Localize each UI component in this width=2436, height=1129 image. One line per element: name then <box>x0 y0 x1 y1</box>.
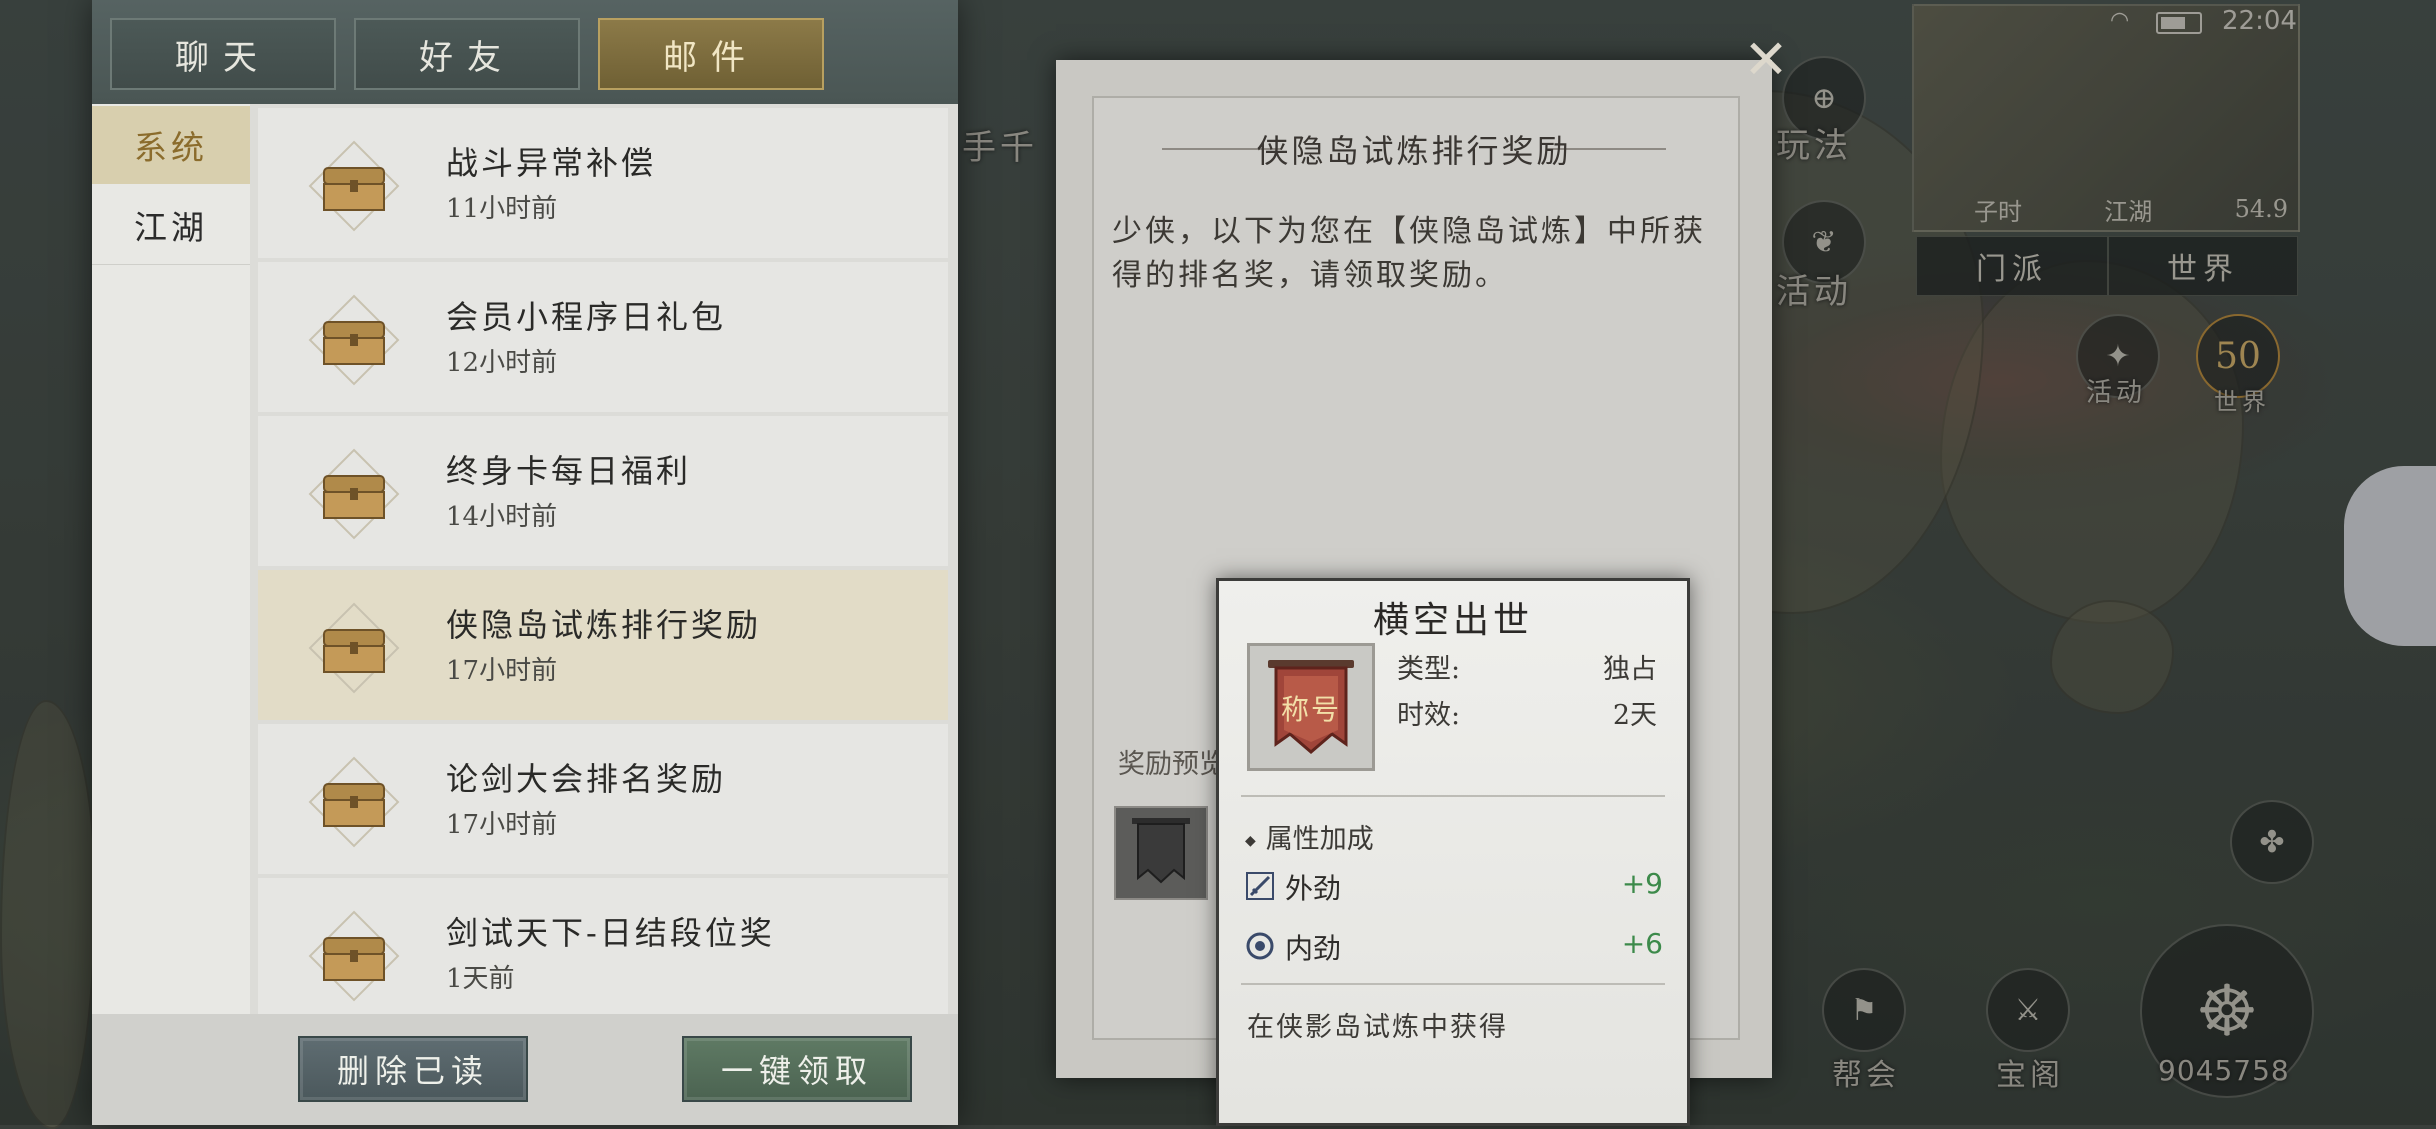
tooltip-divider <box>1241 795 1665 797</box>
mail-title: 剑试天下-日结段位奖 <box>446 914 775 952</box>
treasure-chest-icon <box>308 756 400 848</box>
attribute-value: +6 <box>1621 927 1663 960</box>
treasure-chest-icon <box>308 910 400 1002</box>
item-tooltip: 横空出世 称号 类型: 独占 时效: 2天 ◆ 属性加成 外劲 +9 内劲 +6 <box>1216 578 1690 1126</box>
tab-mail[interactable]: 邮件 <box>598 18 824 90</box>
reward-preview-label: 奖励预览 <box>1118 749 1226 780</box>
item-icon-text: 称号 <box>1280 693 1341 726</box>
mail-detail-title: 侠隐岛试炼排行奖励 <box>1256 132 1572 170</box>
close-icon[interactable]: ✕ <box>1736 30 1796 90</box>
mail-list-item[interactable]: 侠隐岛试炼排行奖励 17小时前 <box>258 570 948 720</box>
diamond-bullet-icon: ◆ <box>1245 832 1256 849</box>
reward-item-slot[interactable] <box>1114 806 1208 900</box>
item-name: 横空出世 <box>1372 600 1533 641</box>
item-icon-frame: 称号 <box>1247 643 1375 771</box>
title-banner-icon <box>1132 818 1190 884</box>
mail-detail-body: 少侠，以下为您在【侠隐岛试炼】中所获得的排名奖，请领取奖励。 <box>1112 214 1706 293</box>
sword-icon <box>1246 872 1274 900</box>
attribute-row: 外劲 +9 <box>1245 867 1663 907</box>
tooltip-divider <box>1241 983 1665 985</box>
mail-title: 终身卡每日福利 <box>446 452 692 490</box>
treasure-chest-icon <box>308 294 400 386</box>
mail-time: 17小时前 <box>446 656 558 686</box>
mail-time: 17小时前 <box>446 810 558 840</box>
mail-list-item[interactable]: 剑试天下-日结段位奖 1天前 <box>258 878 948 1014</box>
mail-list: 战斗异常补偿 11小时前会员小程序日礼包 12小时前终身卡每日福利 14小时前侠隐岛试… <box>258 104 948 1014</box>
mail-title: 侠隐岛试炼排行奖励 <box>446 606 762 644</box>
treasure-chest-icon <box>308 448 400 540</box>
category-system[interactable]: 系统 <box>92 106 250 184</box>
claim-all-button[interactable]: 一键领取 <box>682 1036 912 1102</box>
item-duration-label: 时效: <box>1397 700 1461 731</box>
social-panel: 聊天 好友 邮件 系统 江湖 战斗异常补偿 11小时前会员小程序日礼包 12小时前终… <box>92 0 958 1125</box>
mail-time: 12小时前 <box>446 348 558 378</box>
swirl-icon <box>1246 932 1274 960</box>
mail-category-list: 系统 江湖 <box>92 104 250 1014</box>
item-duration-value: 2天 <box>1612 700 1657 731</box>
mail-list-item[interactable]: 战斗异常补偿 11小时前 <box>258 108 948 258</box>
item-type-value: 独占 <box>1603 654 1657 685</box>
mail-list-item[interactable]: 会员小程序日礼包 12小时前 <box>258 262 948 412</box>
mail-title: 战斗异常补偿 <box>446 144 657 182</box>
mail-title: 会员小程序日礼包 <box>446 298 727 336</box>
mail-list-item[interactable]: 终身卡每日福利 14小时前 <box>258 416 948 566</box>
attribute-label: 外劲 <box>1285 872 1342 905</box>
tab-chat[interactable]: 聊天 <box>110 18 336 90</box>
item-type-label: 类型: <box>1397 654 1461 685</box>
category-jianghu[interactable]: 江湖 <box>92 186 250 265</box>
attribute-header: ◆ 属性加成 <box>1245 817 1374 856</box>
attribute-label: 内劲 <box>1285 932 1342 965</box>
attribute-header-label: 属性加成 <box>1265 824 1374 855</box>
item-source: 在侠影岛试炼中获得 <box>1247 1012 1508 1043</box>
mail-time: 11小时前 <box>446 194 558 224</box>
attribute-row: 内劲 +6 <box>1245 927 1663 967</box>
treasure-chest-icon <box>308 140 400 232</box>
treasure-chest-icon <box>308 602 400 694</box>
social-tab-bar: 聊天 好友 邮件 <box>92 0 958 104</box>
delete-read-button[interactable]: 删除已读 <box>298 1036 528 1102</box>
mail-action-bar: 删除已读 一键领取 <box>92 1014 958 1125</box>
mail-title: 论剑大会排名奖励 <box>446 760 727 798</box>
mail-time: 1天前 <box>446 964 515 994</box>
attribute-value: +9 <box>1621 867 1663 900</box>
mail-time: 14小时前 <box>446 502 558 532</box>
tab-friends[interactable]: 好友 <box>354 18 580 90</box>
mail-list-item[interactable]: 论剑大会排名奖励 17小时前 <box>258 724 948 874</box>
